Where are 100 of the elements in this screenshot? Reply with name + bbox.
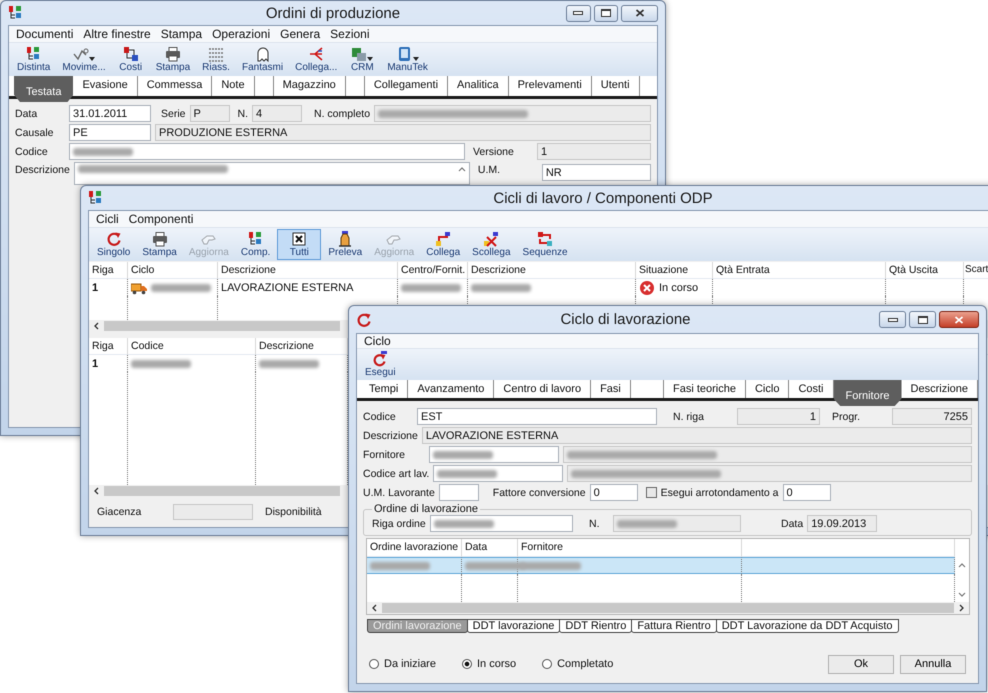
text-field[interactable] — [374, 105, 651, 122]
tab[interactable]: Fornitore — [834, 380, 902, 406]
scrollbar-thumb[interactable] — [382, 603, 954, 613]
tab[interactable]: Analitica — [448, 76, 509, 96]
column-header[interactable]: Qtà Uscita — [886, 262, 964, 279]
text-field[interactable]: 31.01.2011 — [69, 105, 151, 122]
toolbar-button[interactable]: Preleva — [323, 229, 368, 260]
column-header[interactable]: Codice — [128, 338, 256, 355]
toolbar-button[interactable]: CRM — [344, 44, 380, 75]
radio-button[interactable] — [462, 659, 472, 669]
text-field[interactable] — [430, 515, 573, 532]
refresh-icon[interactable] — [356, 312, 372, 328]
toolbar-button[interactable]: Costi — [112, 44, 149, 75]
toolbar-button[interactable]: Singolo — [92, 229, 136, 260]
text-field[interactable] — [69, 143, 465, 160]
text-field[interactable] — [173, 504, 253, 520]
tab[interactable]: Commessa — [138, 76, 212, 96]
text-field[interactable] — [429, 446, 559, 463]
tab[interactable]: Centro di lavoro — [494, 380, 592, 398]
menu-item[interactable]: Genera — [275, 27, 326, 41]
text-field[interactable]: PRODUZIONE ESTERNA — [155, 124, 651, 141]
text-field[interactable] — [613, 515, 741, 532]
tab[interactable]: Magazzino — [274, 76, 346, 96]
text-field[interactable]: 19.09.2013 — [807, 515, 878, 532]
text-field[interactable]: LAVORAZIONE ESTERNA — [422, 427, 972, 444]
tree-icon[interactable] — [8, 5, 24, 21]
tab[interactable]: Fattura Rientro — [631, 619, 717, 633]
toolbar-button[interactable]: Scollega — [467, 229, 516, 260]
menu-item[interactable]: Stampa — [156, 27, 208, 41]
text-field[interactable] — [433, 465, 564, 482]
text-field[interactable]: NR — [542, 164, 651, 181]
text-field[interactable]: 0 — [782, 484, 831, 501]
column-header[interactable]: Descrizione — [468, 262, 636, 279]
tab[interactable]: Tempi — [360, 380, 408, 398]
tab[interactable]: Utenti — [592, 76, 640, 96]
tab[interactable]: DDT lavorazione — [466, 619, 560, 633]
close-button[interactable] — [939, 311, 979, 328]
toolbar-button[interactable]: Esegui — [360, 349, 401, 380]
tab[interactable]: Descrizione — [902, 380, 978, 398]
tab[interactable]: Testata — [14, 76, 74, 102]
text-field[interactable] — [74, 162, 470, 185]
radio-label[interactable]: In corso — [476, 658, 516, 670]
minimize-button[interactable] — [879, 311, 906, 328]
radio-label[interactable]: Completato — [557, 658, 614, 670]
text-field[interactable]: PE — [69, 124, 151, 141]
scroll-left-icon[interactable] — [92, 487, 100, 495]
scroll-down-icon[interactable] — [958, 591, 966, 599]
close-button[interactable] — [621, 4, 658, 22]
column-header[interactable]: Riga — [89, 338, 128, 355]
radio-button[interactable] — [542, 659, 552, 669]
toolbar-button[interactable]: Distinta — [12, 44, 56, 75]
radio-button[interactable] — [369, 659, 379, 669]
minimize-button[interactable] — [566, 4, 591, 22]
text-field[interactable]: 7255 — [892, 408, 972, 425]
tab[interactable]: Evasione — [73, 76, 138, 96]
scroll-left-icon[interactable] — [370, 604, 378, 612]
toolbar-button[interactable]: Riass. — [197, 44, 235, 75]
column-header[interactable]: Descrizione — [218, 262, 398, 279]
column-header[interactable]: Qtà Entrata — [713, 262, 886, 279]
toolbar-button[interactable]: Fantasmi — [236, 44, 288, 75]
text-field[interactable]: 4 — [252, 105, 302, 122]
tab[interactable]: DDT Lavorazione da DDT Acquisto — [716, 619, 898, 633]
maximize-button[interactable] — [909, 311, 936, 328]
tab[interactable]: Note — [212, 76, 255, 96]
tree-icon[interactable] — [88, 190, 104, 206]
tab[interactable]: DDT Rientro — [559, 619, 632, 633]
tab[interactable]: Collegamenti — [364, 76, 448, 96]
scroll-left-icon[interactable] — [92, 322, 100, 330]
scroll-up-icon[interactable] — [958, 561, 966, 569]
scrollbar-thumb[interactable] — [104, 321, 340, 331]
toolbar-button[interactable]: Collega — [421, 229, 466, 260]
scroll-up-icon[interactable] — [458, 165, 466, 173]
dialog-button[interactable]: Ok — [828, 654, 894, 674]
menu-item[interactable]: Sezioni — [325, 27, 374, 41]
tab[interactable]: Ciclo — [746, 380, 790, 398]
maximize-button[interactable] — [594, 4, 618, 22]
toolbar-button[interactable]: Sequenze — [518, 229, 573, 260]
column-header[interactable]: Scart — [964, 262, 988, 279]
column-header[interactable]: Ciclo — [128, 262, 218, 279]
dialog-button[interactable]: Annulla — [900, 654, 966, 674]
scrollbar-thumb[interactable] — [104, 486, 340, 496]
menu-item[interactable]: Cicli — [91, 212, 124, 226]
text-field[interactable]: 1 — [737, 408, 820, 425]
checkbox[interactable] — [646, 487, 657, 498]
text-field[interactable]: P — [190, 105, 230, 122]
tab[interactable]: Prelevamenti — [508, 76, 592, 96]
menu-item[interactable]: Documenti — [11, 27, 78, 41]
toolbar-button[interactable]: ManuTek — [382, 44, 433, 75]
tab[interactable]: Avanzamento — [408, 380, 494, 398]
toolbar-button[interactable]: Comp. — [236, 229, 276, 260]
text-field[interactable] — [563, 446, 972, 463]
tab[interactable]: Fasi — [591, 380, 631, 398]
text-field[interactable]: 1 — [537, 143, 651, 160]
column-header[interactable]: Riga — [89, 262, 128, 279]
text-field[interactable] — [438, 484, 479, 501]
text-field[interactable] — [567, 465, 972, 482]
scroll-right-icon[interactable] — [958, 604, 966, 612]
radio-label[interactable]: Da iniziare — [384, 658, 436, 670]
column-header[interactable]: Situazione — [636, 262, 713, 279]
menu-item[interactable]: Operazioni — [207, 27, 276, 41]
